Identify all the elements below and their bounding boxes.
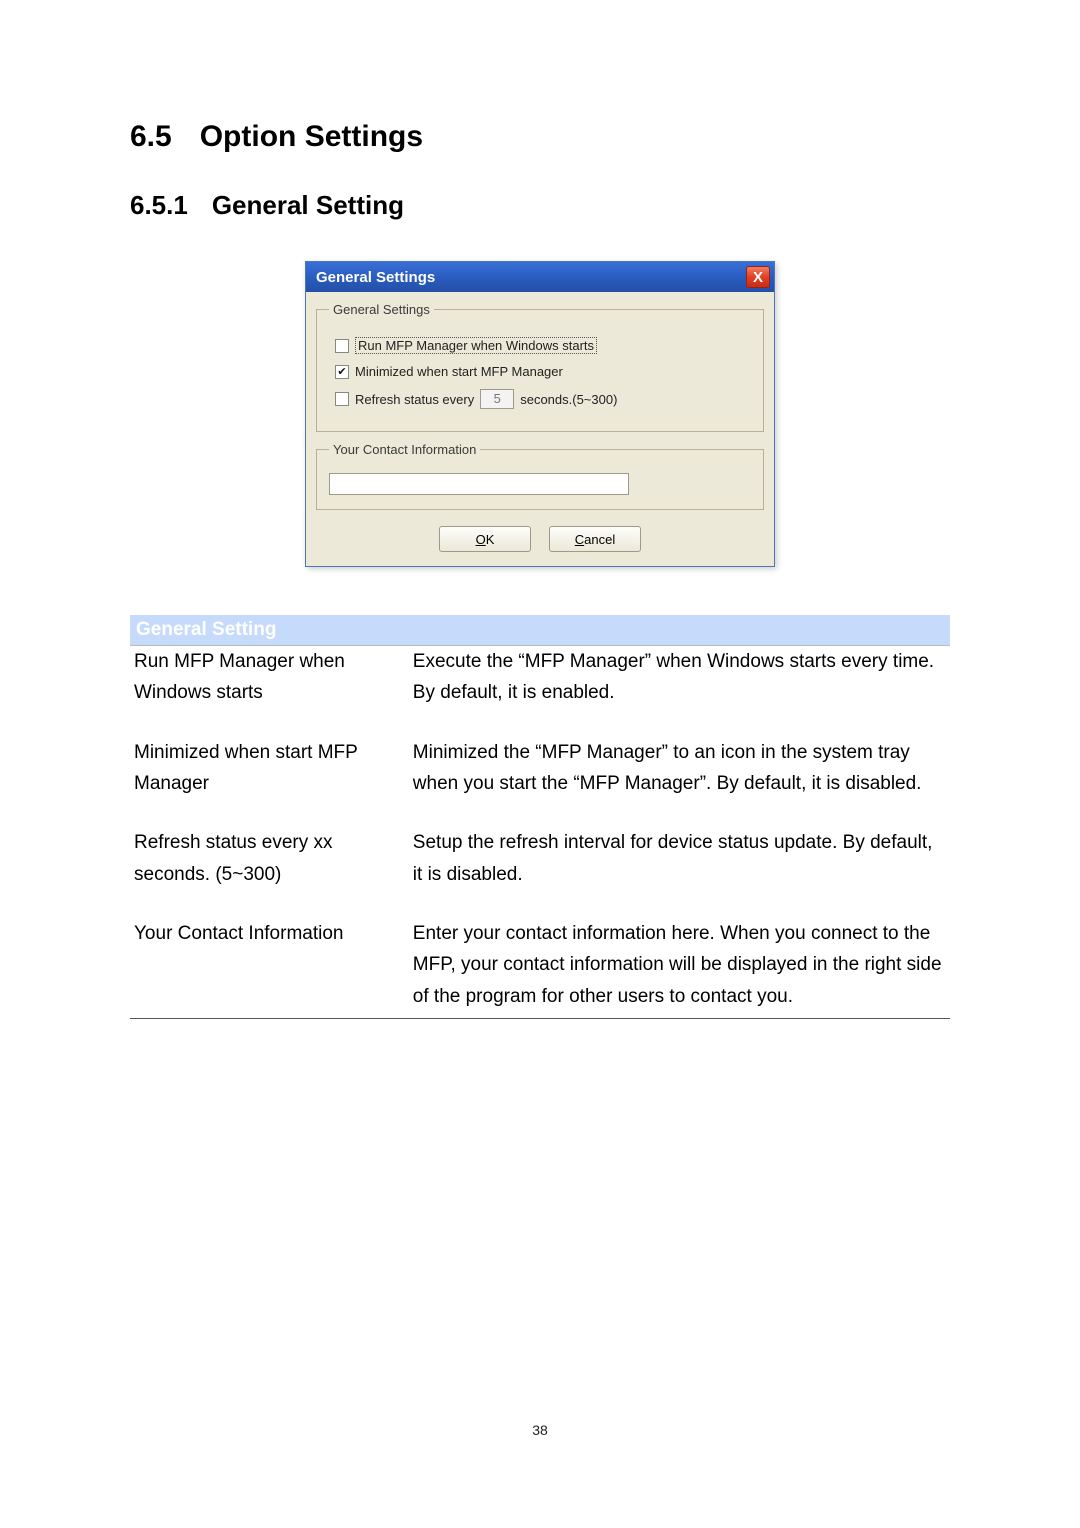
contact-groupbox-legend: Your Contact Information (329, 442, 480, 457)
refresh-seconds-input[interactable]: 5 (480, 389, 514, 409)
section-number: 6.5 (130, 120, 172, 154)
subsection-title: General Setting (212, 190, 404, 220)
setting-desc: Enter your contact information here. Whe… (409, 890, 950, 1019)
label-run-on-startup: Run MFP Manager when Windows starts (355, 337, 597, 354)
setting-desc: Minimized the “MFP Manager” to an icon i… (409, 709, 950, 800)
section-title: Option Settings (200, 120, 423, 153)
table-row: Your Contact Information Enter your cont… (130, 890, 950, 1019)
table-header: General Setting (130, 615, 950, 646)
table-row: Run MFP Manager when Windows starts Exec… (130, 646, 950, 709)
setting-name: Minimized when start MFP Manager (130, 709, 409, 800)
general-settings-groupbox: General Settings Run MFP Manager when Wi… (316, 302, 764, 432)
dialog-titlebar: General Settings X (306, 262, 774, 292)
cancel-button[interactable]: Cancel (549, 526, 641, 552)
close-icon: X (753, 270, 763, 285)
ok-button[interactable]: OK (439, 526, 531, 552)
checkbox-minimized-start[interactable]: ✔ (335, 365, 349, 379)
contact-info-groupbox: Your Contact Information (316, 442, 764, 510)
dialog-title: General Settings (316, 269, 435, 286)
page-number: 38 (0, 1422, 1080, 1438)
checkbox-run-on-startup[interactable] (335, 339, 349, 353)
settings-table: Run MFP Manager when Windows starts Exec… (130, 646, 950, 1019)
setting-name: Run MFP Manager when Windows starts (130, 646, 409, 709)
label-refresh-suffix: seconds.(5~300) (520, 392, 617, 407)
general-settings-dialog: General Settings X General Settings Run … (305, 261, 775, 567)
groupbox-legend: General Settings (329, 302, 434, 317)
checkbox-refresh-status[interactable] (335, 392, 349, 406)
contact-info-input[interactable] (329, 473, 629, 495)
close-button[interactable]: X (746, 266, 770, 288)
label-refresh-prefix: Refresh status every (355, 392, 474, 407)
subsection-heading: 6.5.1 General Setting (130, 190, 950, 221)
subsection-number: 6.5.1 (130, 190, 188, 221)
setting-name: Refresh status every xx seconds. (5~300) (130, 799, 409, 890)
setting-desc: Execute the “MFP Manager” when Windows s… (409, 646, 950, 709)
table-row: Minimized when start MFP Manager Minimiz… (130, 709, 950, 800)
label-minimized-start: Minimized when start MFP Manager (355, 364, 563, 379)
setting-name: Your Contact Information (130, 890, 409, 1019)
table-row: Refresh status every xx seconds. (5~300)… (130, 799, 950, 890)
section-heading: 6.5 Option Settings (130, 120, 950, 154)
setting-desc: Setup the refresh interval for device st… (409, 799, 950, 890)
